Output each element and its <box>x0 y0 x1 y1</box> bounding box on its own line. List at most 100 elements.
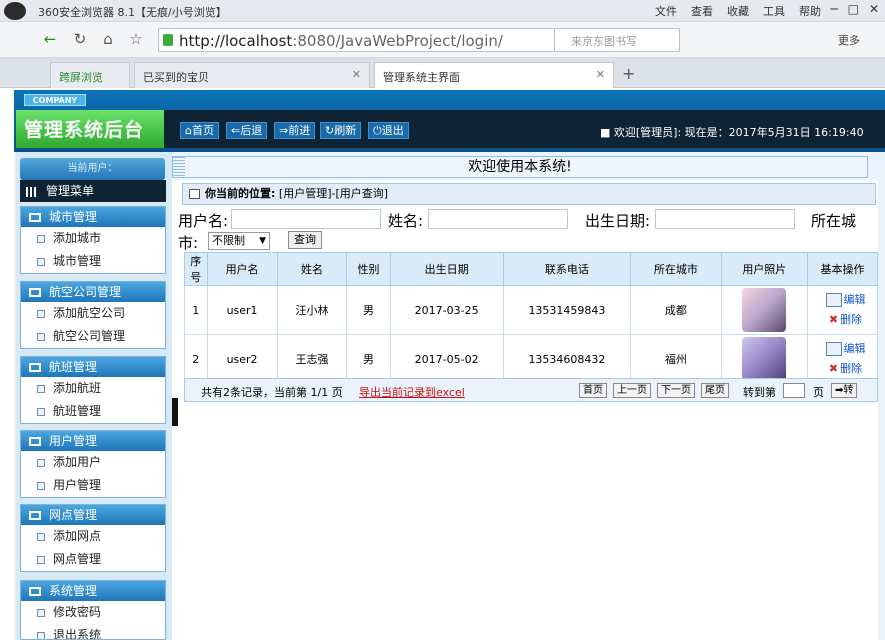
query-button[interactable]: 查询 <box>288 231 322 249</box>
group-header[interactable]: 航空公司管理 <box>21 282 165 302</box>
menu-tools[interactable]: 工具 <box>763 3 785 19</box>
folder-icon <box>29 288 41 297</box>
new-tab-icon[interactable]: + <box>622 64 635 83</box>
doc-icon <box>37 632 45 639</box>
more-extensions[interactable]: 更多 <box>838 32 860 48</box>
col-gender: 性别 <box>346 252 391 286</box>
menu-grid-icon <box>26 187 38 197</box>
address-bar: ← ↻ ⌂ ☆ http://localhost:8080/JavaWebPro… <box>0 22 885 58</box>
sidebar-item-add-city[interactable]: 添加城市 <box>21 227 165 250</box>
breadcrumb: 你当前的位置: [用户管理]-[用户查询] <box>182 183 876 205</box>
close-tab-icon[interactable]: ✕ <box>352 68 361 81</box>
close-tab-icon[interactable]: ✕ <box>596 68 605 81</box>
minimize-icon[interactable]: ─ <box>830 2 837 16</box>
main-menu-header: 管理菜单 <box>20 180 166 202</box>
back-arrow-icon[interactable]: ← <box>40 30 60 48</box>
menu-help[interactable]: 帮助 <box>799 3 821 19</box>
refresh-button[interactable]: ↻刷新 <box>320 122 362 139</box>
sidebar-item-city-manage[interactable]: 城市管理 <box>21 250 165 273</box>
tab-admin-main[interactable]: 管理系统主界面 ✕ <box>374 62 614 88</box>
menu-view[interactable]: 查看 <box>691 3 713 19</box>
user-photo <box>742 337 787 381</box>
edit-link[interactable]: 编辑 <box>814 290 877 310</box>
group-header[interactable]: 用户管理 <box>21 431 165 451</box>
doc-icon <box>37 482 45 490</box>
star-icon[interactable]: ☆ <box>126 30 146 48</box>
menu-favorites[interactable]: 收藏 <box>727 3 749 19</box>
col-birth: 出生日期 <box>389 252 504 286</box>
table-header-row: 序号 用户名 姓名 性别 出生日期 联系电话 所在城市 用户照片 基本操作 <box>184 252 878 286</box>
url-input[interactable]: http://localhost:8080/JavaWebProject/log… <box>158 28 558 52</box>
next-page-button[interactable]: 下一页 <box>657 383 695 398</box>
group-header[interactable]: 系统管理 <box>21 581 165 601</box>
forward-button[interactable]: ⇒前进 <box>274 122 316 139</box>
prev-page-button[interactable]: 上一页 <box>613 383 651 398</box>
sidebar-item-airline-manage[interactable]: 航空公司管理 <box>21 325 165 348</box>
browser-title: 360安全浏览器 8.1【无痕/小号浏览】 <box>38 6 227 19</box>
page-input[interactable] <box>783 383 805 398</box>
sidebar-item-user-manage[interactable]: 用户管理 <box>21 474 165 497</box>
folder-icon <box>29 363 41 372</box>
reload-icon[interactable]: ↻ <box>70 30 90 48</box>
home-icon[interactable]: ⌂ <box>98 30 118 48</box>
doc-icon <box>37 533 45 541</box>
edit-link[interactable]: 编辑 <box>814 339 877 359</box>
logout-button[interactable]: ⏻退出 <box>368 122 409 139</box>
city-select[interactable]: 不限制 ▼ <box>208 232 270 250</box>
sidebar-item-logout[interactable]: 退出系统 <box>21 624 165 639</box>
username-input[interactable] <box>231 209 381 229</box>
doc-icon <box>37 385 45 393</box>
location-icon <box>189 189 200 199</box>
name-input[interactable] <box>428 209 568 229</box>
home-button[interactable]: ⌂首页 <box>180 122 219 139</box>
user-table: 序号 用户名 姓名 性别 出生日期 联系电话 所在城市 用户照片 基本操作 1 … <box>184 252 878 384</box>
close-window-icon[interactable]: ✕ <box>869 2 879 16</box>
col-city: 所在城市 <box>630 252 722 286</box>
collapse-handle[interactable] <box>172 398 178 426</box>
pager: 共有2条记录，当前第 1/1 页 导出当前记录到excel 首页 上一页 下一页… <box>184 378 878 402</box>
sidebar-item-add-outlet[interactable]: 添加网点 <box>21 525 165 548</box>
city-label: 所在城 <box>811 212 857 230</box>
page-unit: 页 <box>813 386 824 399</box>
grip-icon <box>173 157 185 177</box>
tab-purchased[interactable]: 已买到的宝贝 ✕ <box>134 62 370 88</box>
sidebar-item-add-airline[interactable]: 添加航空公司 <box>21 302 165 325</box>
brand-banner: 管理系统后台 <box>16 110 164 148</box>
sidebar-item-add-user[interactable]: 添加用户 <box>21 451 165 474</box>
col-name: 姓名 <box>276 252 348 286</box>
folder-icon <box>29 587 41 596</box>
browser-menu: 文件 查看 收藏 工具 帮助 <box>655 3 821 19</box>
sidebar-item-outlet-manage[interactable]: 网点管理 <box>21 548 165 571</box>
go-button[interactable]: ➡转 <box>831 383 858 398</box>
search-input[interactable]: 来京东图书写 <box>554 28 680 52</box>
maximize-icon[interactable]: □ <box>848 2 859 16</box>
chevron-down-icon: ▼ <box>259 236 266 246</box>
welcome-status: ■ 欢迎[管理员]: 现在是：2017年5月31日 16:19:40 <box>600 126 864 139</box>
birth-label: 出生日期: <box>585 212 651 230</box>
user-photo <box>742 288 787 332</box>
menu-file[interactable]: 文件 <box>655 3 677 19</box>
tab-cross-screen[interactable]: 跨屏浏览 <box>50 62 130 88</box>
export-excel-link[interactable]: 导出当前记录到excel <box>359 384 465 400</box>
first-page-button[interactable]: 首页 <box>579 383 607 398</box>
tab-bar: 跨屏浏览 已买到的宝贝 ✕ 管理系统主界面 ✕ + <box>0 58 885 88</box>
delete-link[interactable]: ✖ 删除 <box>814 310 877 330</box>
sidebar-group-user: 用户管理 添加用户 用户管理 <box>20 430 166 498</box>
sidebar-item-add-flight[interactable]: 添加航班 <box>21 377 165 400</box>
sidebar-item-flight-manage[interactable]: 航班管理 <box>21 400 165 423</box>
delete-link[interactable]: ✖ 删除 <box>814 359 877 379</box>
back-button[interactable]: ⇐后退 <box>226 122 268 139</box>
delete-icon: ✖ <box>828 362 839 375</box>
doc-icon <box>37 310 45 318</box>
folder-icon <box>29 511 41 520</box>
group-header[interactable]: 网点管理 <box>21 505 165 525</box>
sidebar-item-change-password[interactable]: 修改密码 <box>21 601 165 624</box>
delete-icon: ✖ <box>828 313 839 326</box>
edit-icon <box>825 342 842 356</box>
birth-input[interactable] <box>655 209 795 229</box>
last-page-button[interactable]: 尾页 <box>701 383 729 398</box>
group-header[interactable]: 航班管理 <box>21 357 165 377</box>
group-header[interactable]: 城市管理 <box>21 207 165 227</box>
doc-icon <box>37 408 45 416</box>
company-logo: COMPANY <box>24 94 86 106</box>
